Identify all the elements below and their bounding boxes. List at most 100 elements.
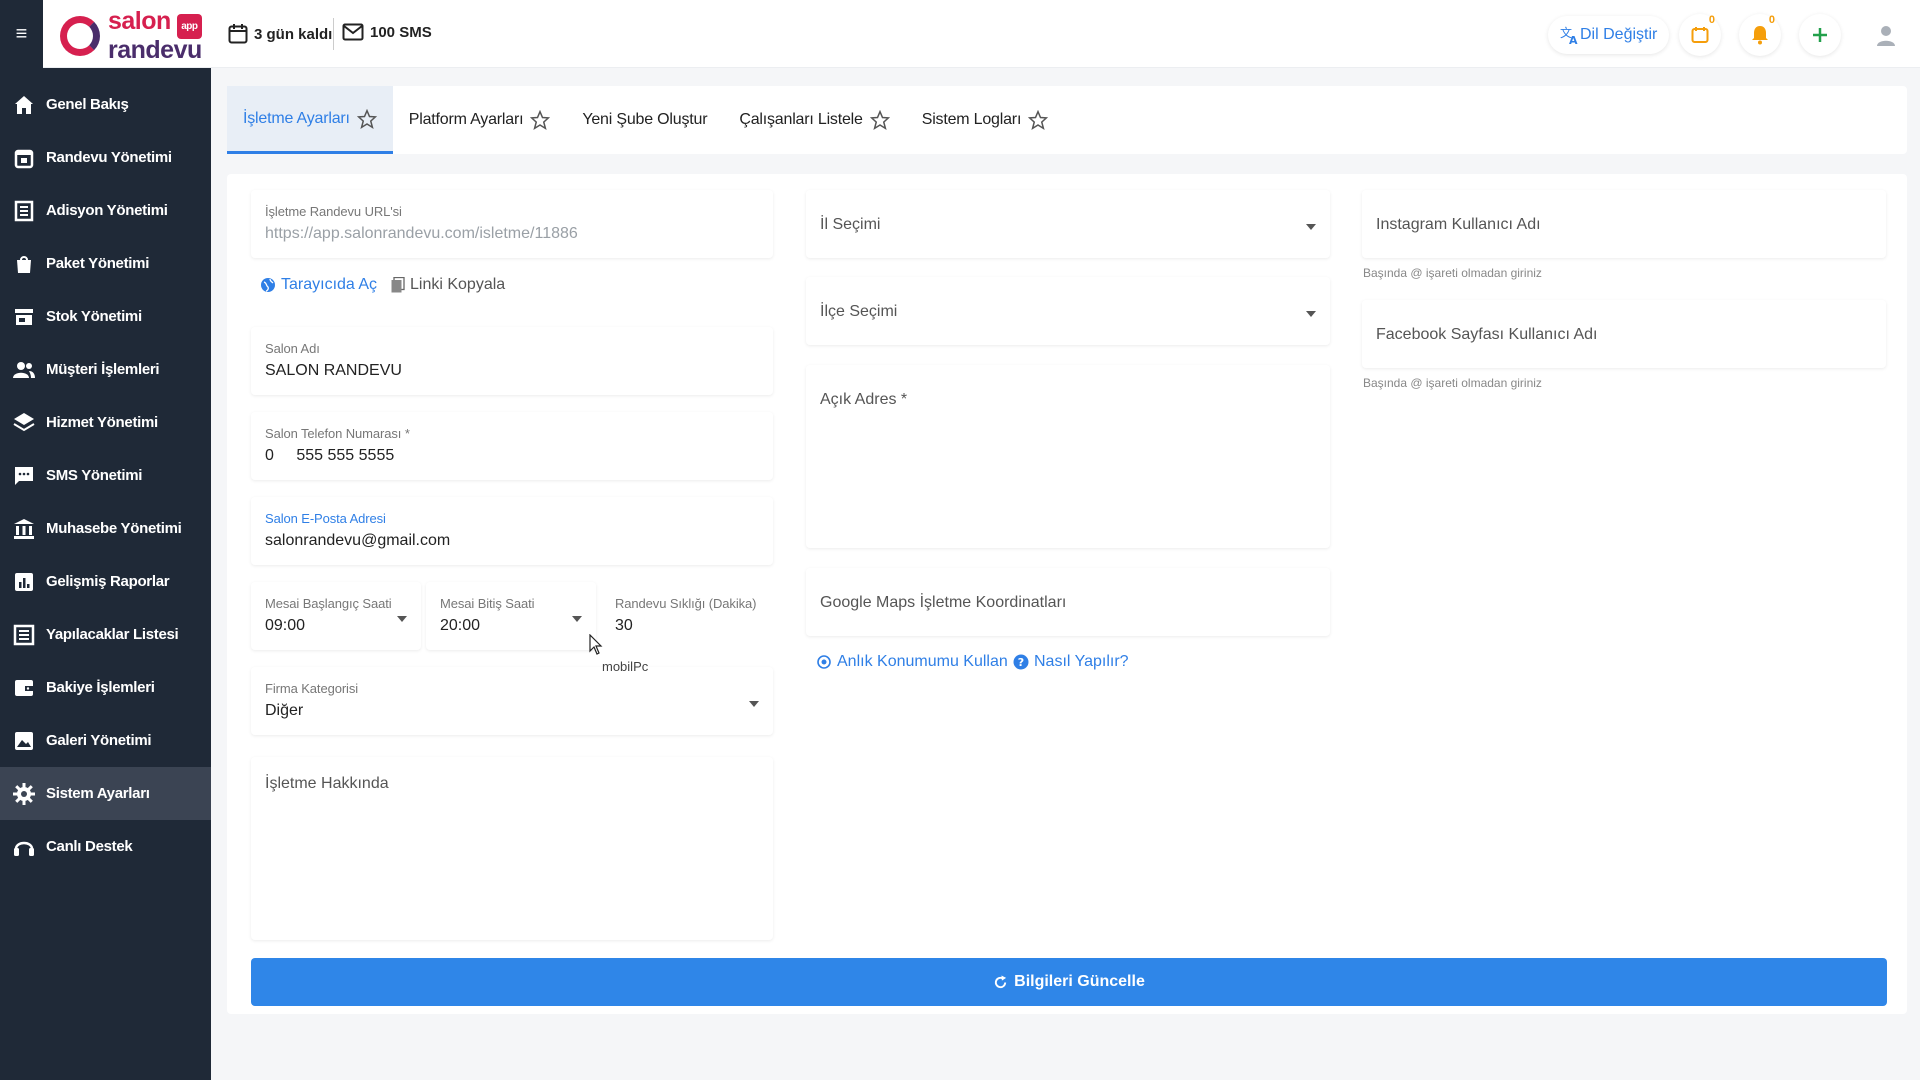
tab-list-employees[interactable]: Çalışanları Listele	[723, 86, 905, 154]
mail-icon	[342, 23, 364, 41]
business-about-placeholder: İşletme Hakkında	[265, 775, 389, 792]
phone-number: 555 555 5555	[296, 447, 395, 464]
bell-icon	[1752, 26, 1768, 45]
bank-icon	[14, 518, 34, 539]
tab-label: Yeni Şube Oluştur	[582, 111, 708, 128]
notifications-button[interactable]: 0	[1739, 14, 1781, 56]
facebook-username-field[interactable]: Facebook Sayfası Kullanıcı Adı	[1362, 300, 1886, 368]
sidebar-item-sms[interactable]: SMS Yönetimi	[0, 449, 211, 502]
sidebar-item-stock[interactable]: Stok Yönetimi	[0, 290, 211, 343]
calendar-icon	[228, 24, 248, 44]
calendar-icon	[14, 149, 34, 168]
how-to-link[interactable]: ? Nasıl Yapılır?	[1013, 653, 1129, 671]
sidebar-item-appointments[interactable]: Randevu Yönetimi	[0, 131, 211, 184]
sidebar-item-customers[interactable]: Müşteri İşlemleri	[0, 343, 211, 396]
sidebar-item-reports[interactable]: Gelişmiş Raporlar	[0, 555, 211, 608]
open-in-browser-label: Tarayıcıda Aç	[281, 276, 378, 293]
booking-url-field[interactable]: İşletme Randevu URL'si https://app.salon…	[251, 190, 773, 258]
sidebar-item-label: Paket Yönetimi	[46, 255, 150, 272]
users-icon	[13, 361, 35, 378]
sidebar-item-label: Muhasebe Yönetimi	[46, 520, 182, 537]
sidebar-item-services[interactable]: Hizmet Yönetimi	[0, 396, 211, 449]
sidebar-item-live-support[interactable]: Canlı Destek	[0, 820, 211, 873]
change-language-button[interactable]: 文A Dil Değiştir	[1548, 16, 1670, 54]
sidebar-item-system-settings[interactable]: Sistem Ayarları	[0, 767, 211, 820]
use-current-location-label: Anlık Konumumu Kullan	[837, 653, 1008, 670]
sidebar-item-packages[interactable]: Paket Yönetimi	[0, 237, 211, 290]
change-language-label: Dil Değiştir	[1580, 26, 1658, 43]
logo-line1: salon	[108, 7, 171, 35]
address-textarea[interactable]: Açık Adres *	[806, 365, 1330, 548]
home-icon	[15, 95, 33, 114]
svg-text:A: A	[1569, 34, 1578, 45]
work-start-time-select[interactable]: Mesai Başlangıç Saati 09:00	[251, 582, 421, 650]
days-left-text: 3 gün kaldı	[254, 25, 333, 43]
svg-text:?: ?	[1018, 656, 1024, 669]
chevron-down-icon	[572, 616, 582, 622]
copy-icon	[391, 277, 405, 293]
sidebar-item-label: Adisyon Yönetimi	[46, 202, 168, 219]
district-select[interactable]: İlçe Seçimi	[806, 277, 1330, 345]
sidebar-item-todo[interactable]: Yapılacaklar Listesi	[0, 608, 211, 661]
field-label: Salon Telefon Numarası *	[265, 426, 410, 441]
salon-name-field[interactable]: Salon Adı SALON RANDEVU	[251, 327, 773, 395]
sms-balance-indicator[interactable]: 100 SMS	[342, 23, 432, 41]
sidebar-item-accounting[interactable]: Muhasebe Yönetimi	[0, 502, 211, 555]
update-info-label: Bilgileri Güncelle	[1014, 973, 1145, 990]
business-about-textarea[interactable]: İşletme Hakkında	[251, 757, 773, 940]
sidebar-item-label: Galeri Yönetimi	[46, 732, 152, 749]
star-icon[interactable]	[530, 110, 551, 130]
translate-icon: 文A	[1560, 25, 1578, 45]
instagram-username-field[interactable]: Instagram Kullanıcı Adı	[1362, 190, 1886, 258]
menu-collapse-icon[interactable]: ≡	[0, 0, 43, 68]
open-in-browser-link[interactable]: Tarayıcıda Aç	[260, 276, 377, 294]
sms-count-text: 100 SMS	[370, 23, 432, 41]
store-icon	[15, 308, 33, 325]
calendar-check-icon	[1691, 27, 1709, 43]
copy-link-button[interactable]: Linki Kopyala	[391, 276, 505, 294]
district-placeholder: İlçe Seçimi	[820, 303, 898, 320]
salon-email-field[interactable]: Salon E-Posta Adresi salonrandevu@gmail.…	[251, 497, 773, 565]
sidebar-item-balance[interactable]: Bakiye İşlemleri	[0, 661, 211, 714]
maps-coordinates-field[interactable]: Google Maps İşletme Koordinatları	[806, 568, 1330, 636]
instagram-placeholder: Instagram Kullanıcı Adı	[1376, 216, 1541, 233]
copy-link-label: Linki Kopyala	[410, 276, 506, 293]
update-info-button[interactable]: Bilgileri Güncelle	[251, 958, 1887, 1006]
use-current-location-button[interactable]: Anlık Konumumu Kullan	[816, 653, 1008, 671]
sidebar-item-label: Stok Yönetimi	[46, 308, 142, 325]
appointment-frequency-field[interactable]: Randevu Sıklığı (Dakika) 30	[601, 582, 773, 650]
sidebar-item-label: Bakiye İşlemleri	[46, 679, 155, 696]
business-category-select[interactable]: Firma Kategorisi Diğer	[251, 667, 773, 735]
star-icon[interactable]	[1028, 110, 1049, 130]
tooltip: mobilPc	[602, 659, 649, 674]
add-button[interactable]	[1799, 14, 1841, 56]
business-category-value: Diğer	[265, 702, 304, 719]
logo-mark-icon	[60, 13, 102, 59]
city-select[interactable]: İl Seçimi	[806, 190, 1330, 258]
sidebar-item-bills[interactable]: Adisyon Yönetimi	[0, 184, 211, 237]
sidebar-item-label: Canlı Destek	[46, 838, 133, 855]
work-end-time-select[interactable]: Mesai Bitiş Saati 20:00	[426, 582, 596, 650]
mouse-cursor-icon	[589, 634, 603, 655]
top-bar: ≡ salon app randevu 3 gün kaldı 100 SMS …	[0, 0, 1920, 68]
star-icon[interactable]	[356, 108, 377, 129]
gear-icon	[13, 782, 35, 805]
logo[interactable]: salon app randevu	[60, 7, 202, 63]
phone-prefix: 0	[265, 447, 274, 464]
calendar-notifications-button[interactable]: 0	[1679, 14, 1721, 56]
chevron-down-icon	[397, 616, 407, 622]
work-start-time-value: 09:00	[265, 617, 306, 634]
tab-business-settings[interactable]: İşletme Ayarları	[227, 86, 393, 154]
sidebar-item-overview[interactable]: Genel Bakış	[0, 78, 211, 131]
tab-platform-settings[interactable]: Platform Ayarları	[393, 86, 567, 154]
tab-new-branch[interactable]: Yeni Şube Oluştur	[566, 86, 723, 154]
sidebar-item-gallery[interactable]: Galeri Yönetimi	[0, 714, 211, 767]
field-label: Mesai Bitiş Saati	[440, 596, 535, 611]
salon-phone-field[interactable]: Salon Telefon Numarası * 0 555 555 5555	[251, 412, 773, 480]
avatar[interactable]	[1868, 18, 1904, 54]
days-left-indicator[interactable]: 3 gün kaldı	[228, 23, 332, 45]
star-icon[interactable]	[869, 110, 890, 130]
work-end-time-value: 20:00	[440, 617, 481, 634]
receipt-icon	[14, 200, 34, 221]
tab-system-logs[interactable]: Sistem Logları	[906, 86, 1064, 154]
